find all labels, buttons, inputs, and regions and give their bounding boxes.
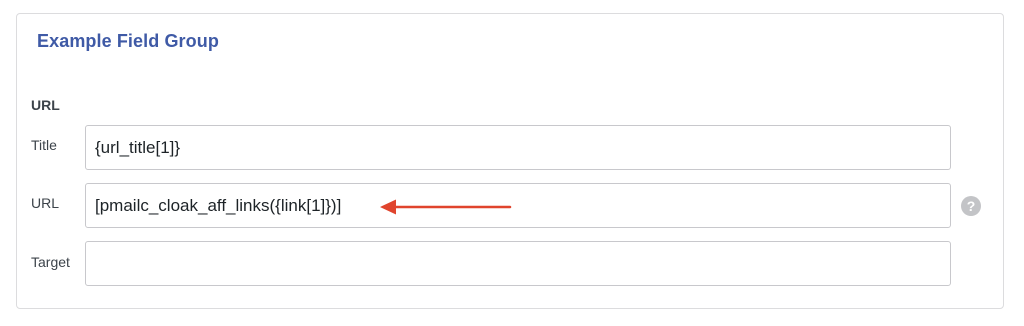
arrow-left-icon: [380, 199, 512, 215]
url-field-input[interactable]: [85, 183, 951, 228]
title-field-input[interactable]: [85, 125, 951, 170]
help-icon[interactable]: ?: [961, 196, 981, 216]
target-field-label: Target: [31, 254, 70, 270]
title-field-label: Title: [31, 137, 57, 153]
url-field-label: URL: [31, 195, 60, 211]
target-field-input[interactable]: [85, 241, 951, 286]
section-label-url: URL: [31, 97, 60, 113]
field-group-title: Example Field Group: [37, 31, 219, 51]
